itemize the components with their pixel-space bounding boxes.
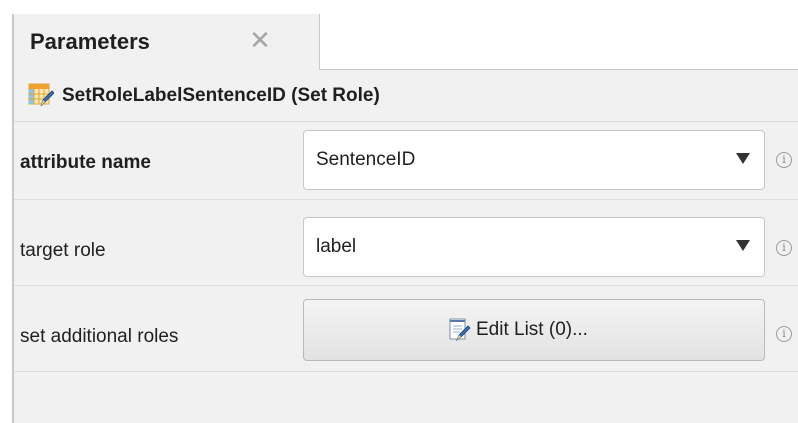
- attribute-name-label: attribute name: [20, 152, 151, 173]
- edit-list-icon: [449, 318, 471, 342]
- edit-list-button[interactable]: Edit List (0)...: [303, 299, 765, 361]
- edit-list-label: Edit List (0)...: [476, 319, 588, 340]
- set-role-icon: [28, 83, 54, 107]
- info-icon[interactable]: i: [776, 326, 792, 342]
- dropdown-arrow-icon: [736, 153, 750, 164]
- dropdown-arrow-icon: [736, 240, 750, 251]
- target-role-select[interactable]: label: [303, 217, 765, 277]
- attribute-name-select[interactable]: SentenceID: [303, 130, 765, 190]
- operator-title: SetRoleLabelSentenceID (Set Role): [62, 85, 380, 106]
- tab-parameters[interactable]: Parameters ✕: [14, 14, 320, 71]
- tab-strip: Parameters ✕: [14, 14, 798, 71]
- param-row-attribute-name: attribute name SentenceID i: [14, 122, 798, 200]
- parameters-panel: SetRoleLabelSentenceID (Set Role) attrib…: [14, 70, 798, 423]
- target-role-label: target role: [20, 240, 106, 261]
- set-additional-roles-label: set additional roles: [20, 326, 179, 347]
- attribute-name-value: SentenceID: [316, 149, 416, 170]
- param-row-set-additional-roles: set additional roles Edit List (0)... i: [14, 286, 798, 372]
- info-icon[interactable]: i: [776, 240, 792, 256]
- parameters-window: Parameters ✕ SetRoleLabelSentenceID (Set…: [0, 0, 798, 423]
- info-icon[interactable]: i: [776, 152, 792, 168]
- operator-header: SetRoleLabelSentenceID (Set Role): [14, 70, 798, 122]
- tab-parameters-label: Parameters: [30, 29, 150, 54]
- target-role-value: label: [316, 236, 357, 257]
- param-row-target-role: target role label i: [14, 200, 798, 286]
- close-icon[interactable]: ✕: [246, 26, 274, 54]
